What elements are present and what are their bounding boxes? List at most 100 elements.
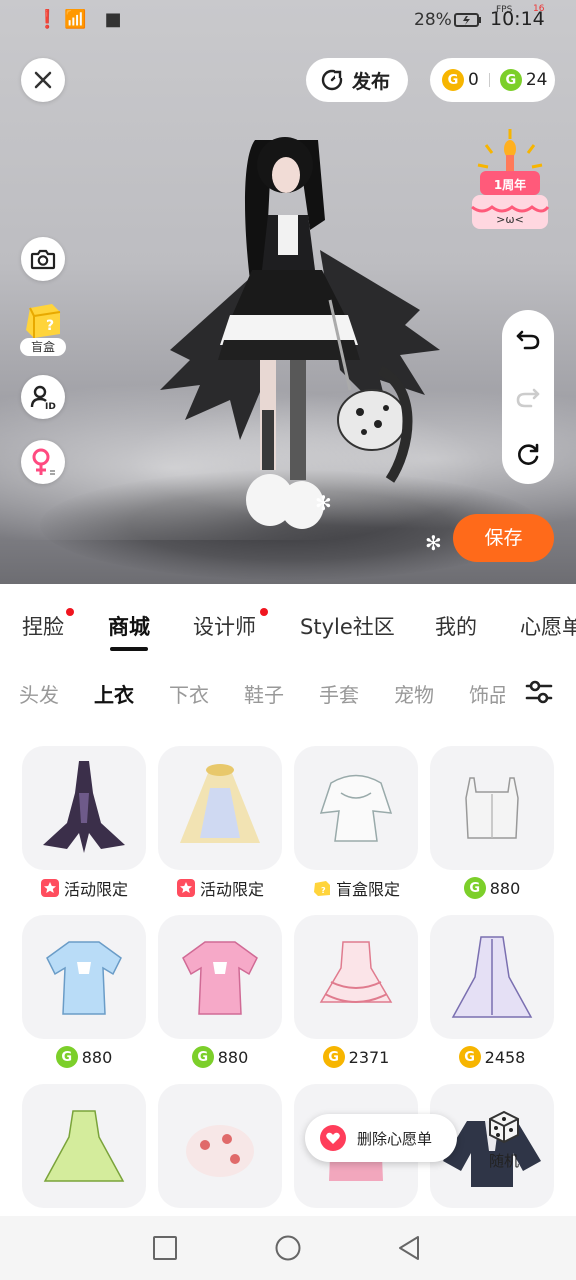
item-card[interactable]: [22, 1084, 146, 1208]
home-icon[interactable]: [274, 1235, 302, 1263]
fps-value: 16: [533, 4, 545, 14]
close-icon: [34, 71, 52, 89]
item-card[interactable]: G 2458: [430, 915, 554, 1069]
currency-divider: [488, 73, 490, 87]
blind-box-button[interactable]: ? 盲盒: [20, 300, 66, 360]
svg-text:✻: ✻: [425, 531, 442, 555]
item-tag: G 2371: [294, 1045, 418, 1069]
status-icons: ❗📶 ■: [36, 9, 128, 30]
category-bottoms[interactable]: 下衣: [169, 679, 209, 708]
pink-tee-icon: [182, 941, 258, 1015]
close-button[interactable]: [21, 58, 65, 102]
category-pets[interactable]: 宠物: [394, 679, 434, 708]
active-tab-indicator: [110, 647, 148, 651]
svg-text:?: ?: [46, 318, 54, 334]
item-card[interactable]: G 880: [430, 746, 554, 900]
item-thumbnail: [294, 915, 418, 1039]
camera-button[interactable]: [21, 237, 65, 281]
system-nav-bar: [0, 1216, 576, 1280]
item-thumbnail: [158, 746, 282, 870]
item-thumbnail: [22, 915, 146, 1039]
remove-wishlist-button[interactable]: 删除心愿单: [305, 1114, 457, 1162]
anniversary-cake-icon[interactable]: 1周年 >ω<: [466, 125, 554, 237]
item-tag: 活动限定: [158, 876, 282, 900]
dark-gown-icon: [43, 761, 125, 853]
gold-coin-icon: G: [322, 1046, 345, 1068]
green-coin-icon: G: [499, 69, 522, 91]
remove-wishlist-label: 删除心愿单: [357, 1129, 433, 1148]
tab-style-community[interactable]: Style社区: [300, 611, 395, 641]
gender-switch-button[interactable]: [21, 440, 65, 484]
svg-text:?: ?: [321, 886, 326, 895]
redo-icon[interactable]: [515, 384, 541, 410]
item-thumbnail: [294, 746, 418, 870]
female-gender-icon: [32, 448, 55, 475]
tab-wishlist[interactable]: 心愿单: [520, 611, 576, 641]
main-tab-bar: 捏脸 商城 设计师 Style社区 我的 心愿单: [0, 584, 576, 664]
white-frill-top-icon: [319, 774, 393, 842]
save-button[interactable]: 保存: [453, 514, 554, 562]
random-button[interactable]: 随机: [476, 1110, 532, 1170]
green-coin-icon: G: [191, 1046, 214, 1068]
recent-apps-icon[interactable]: [152, 1235, 178, 1261]
tab-shop[interactable]: 商城: [108, 611, 150, 641]
item-tag: G 880: [430, 876, 554, 900]
item-price: 2371: [348, 1047, 390, 1067]
tab-mine[interactable]: 我的: [435, 611, 477, 641]
avatar-figure[interactable]: ✻ ✻ ✻: [150, 120, 450, 560]
tab-face[interactable]: 捏脸: [22, 611, 64, 641]
item-tag-label: 活动限定: [63, 880, 128, 899]
category-hair[interactable]: 头发: [19, 679, 59, 708]
item-card[interactable]: [158, 1084, 282, 1208]
publish-button[interactable]: 发布: [306, 58, 408, 102]
blind-box-label: 盲盒: [20, 338, 66, 356]
anniversary-badge-text: 1周年: [494, 177, 526, 192]
green-coin-icon: G: [463, 877, 486, 899]
tab-face-badge: [66, 608, 74, 616]
category-tops[interactable]: 上衣: [94, 679, 134, 708]
cream-cape-dress-icon: [180, 764, 260, 843]
avatar-id-button[interactable]: ID: [21, 375, 65, 419]
category-shoes[interactable]: 鞋子: [244, 679, 284, 708]
fps-label: FPS: [496, 5, 513, 15]
item-price: 880: [217, 1047, 249, 1067]
status-bar: ❗📶 ■ 28% 10:14 FPS 16: [0, 0, 576, 40]
item-tag: 活动限定: [22, 876, 146, 900]
camera-icon: [30, 249, 56, 270]
user-id-icon: ID: [30, 385, 56, 411]
category-tab-bar: 头发 上衣 下衣 鞋子 手套 宠物 饰品: [0, 664, 576, 724]
blind-box-small-icon: ?: [313, 881, 330, 896]
item-card[interactable]: G 880: [22, 915, 146, 1069]
random-label: 随机: [488, 1152, 519, 1170]
back-icon[interactable]: [396, 1235, 422, 1261]
item-tag: G 880: [22, 1045, 146, 1069]
filter-icon[interactable]: [524, 678, 554, 706]
undo-icon[interactable]: [515, 326, 541, 352]
battery-percent: 28%: [414, 10, 452, 30]
item-card[interactable]: G 880: [158, 915, 282, 1069]
item-tag-label: 盲盒限定: [335, 880, 400, 899]
category-gloves[interactable]: 手套: [319, 679, 359, 708]
lavender-robe-icon: [451, 936, 533, 1018]
history-controls: [502, 310, 554, 484]
currency-balance[interactable]: G 0 G 24: [430, 58, 555, 102]
event-star-icon: [176, 879, 195, 897]
battery-icon: [454, 13, 481, 27]
gold-coin-icon: G: [458, 1046, 481, 1068]
green-coin-count: 24: [525, 70, 548, 90]
item-card[interactable]: G 2371: [294, 915, 418, 1069]
item-card[interactable]: 活动限定: [158, 746, 282, 900]
gold-coin-icon: G: [442, 69, 464, 91]
item-card[interactable]: 活动限定: [22, 746, 146, 900]
category-accessories[interactable]: 饰品: [469, 679, 505, 708]
item-price: 880: [489, 878, 521, 898]
avatar-preview-scene[interactable]: ✻ ✻ ✻ ❗📶 ■ 28% 10:14 FPS 16 发布 G: [0, 0, 576, 584]
item-thumbnail: [158, 915, 282, 1039]
svg-text:✻: ✻: [315, 491, 332, 515]
item-card[interactable]: ? 盲盒限定: [294, 746, 418, 900]
event-star-icon: [40, 879, 59, 897]
reset-icon[interactable]: [515, 442, 541, 468]
green-coin-icon: G: [55, 1046, 78, 1068]
tab-designer[interactable]: 设计师: [193, 611, 256, 641]
item-thumbnail: [22, 1084, 146, 1208]
